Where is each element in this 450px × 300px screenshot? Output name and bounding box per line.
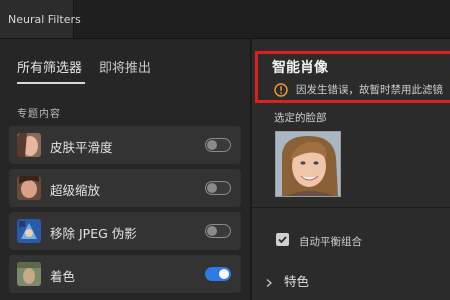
section-title: 专题内容 [17,109,61,120]
skin-smoothing-thumbnail [17,133,41,157]
super-zoom-thumbnail [17,176,41,200]
jpeg-artifacts-toggle[interactable] [205,224,231,238]
selected-face-label: 选定的脸部 [274,112,327,124]
filter-title: 智能肖像 [272,60,328,76]
neural-filters-window: Neural Filters 所有筛选器 即将推出 专题内容 皮肤平滑度 超级缩… [0,0,450,300]
chevron-right-icon[interactable] [264,273,274,288]
filter-item-super-zoom[interactable]: 超级缩放 [9,169,241,207]
filter-item-skin-smoothing[interactable]: 皮肤平滑度 [9,126,241,164]
warning-icon [274,82,288,97]
skin-smoothing-toggle[interactable] [205,138,231,152]
segment-all-filters[interactable]: 所有筛选器 [17,57,82,76]
filter-item-jpeg-artifacts[interactable]: 移除 JPEG 伪影 [9,212,241,250]
tab-bar: Neural Filters [0,0,450,39]
auto-balance-label: 自动平衡组合 [299,236,362,248]
auto-balance-checkbox[interactable] [276,233,289,246]
filter-item-label: 超级缩放 [50,183,101,198]
colorize-toggle[interactable] [205,267,231,281]
featured-section-label[interactable]: 特色 [284,271,309,290]
filter-detail-panel: 智能肖像 因发生错误，故暂时禁用此滤镜 选定的脸部 自动平衡组合 特色 [252,39,450,300]
filter-item-label: 移除 JPEG 伪影 [50,226,137,241]
tab-neural-filters[interactable]: Neural Filters [0,0,81,38]
active-segment-underline [17,82,85,84]
filter-list-panel: 所有筛选器 即将推出 专题内容 皮肤平滑度 超级缩放 移除 JPEG 伪影 着色 [0,39,250,300]
super-zoom-toggle[interactable] [205,181,231,195]
jpeg-artifact-thumbnail [17,219,41,243]
filter-item-label: 着色 [50,269,76,284]
segment-coming-soon[interactable]: 即将推出 [99,57,151,76]
selected-face-thumbnail[interactable] [275,131,341,197]
colorize-thumbnail [17,262,41,286]
warning-message: 因发生错误，故暂时禁用此滤镜 [296,84,443,96]
filter-item-colorize[interactable]: 着色 [9,255,241,293]
section-divider [252,207,450,208]
filter-item-label: 皮肤平滑度 [50,140,113,155]
